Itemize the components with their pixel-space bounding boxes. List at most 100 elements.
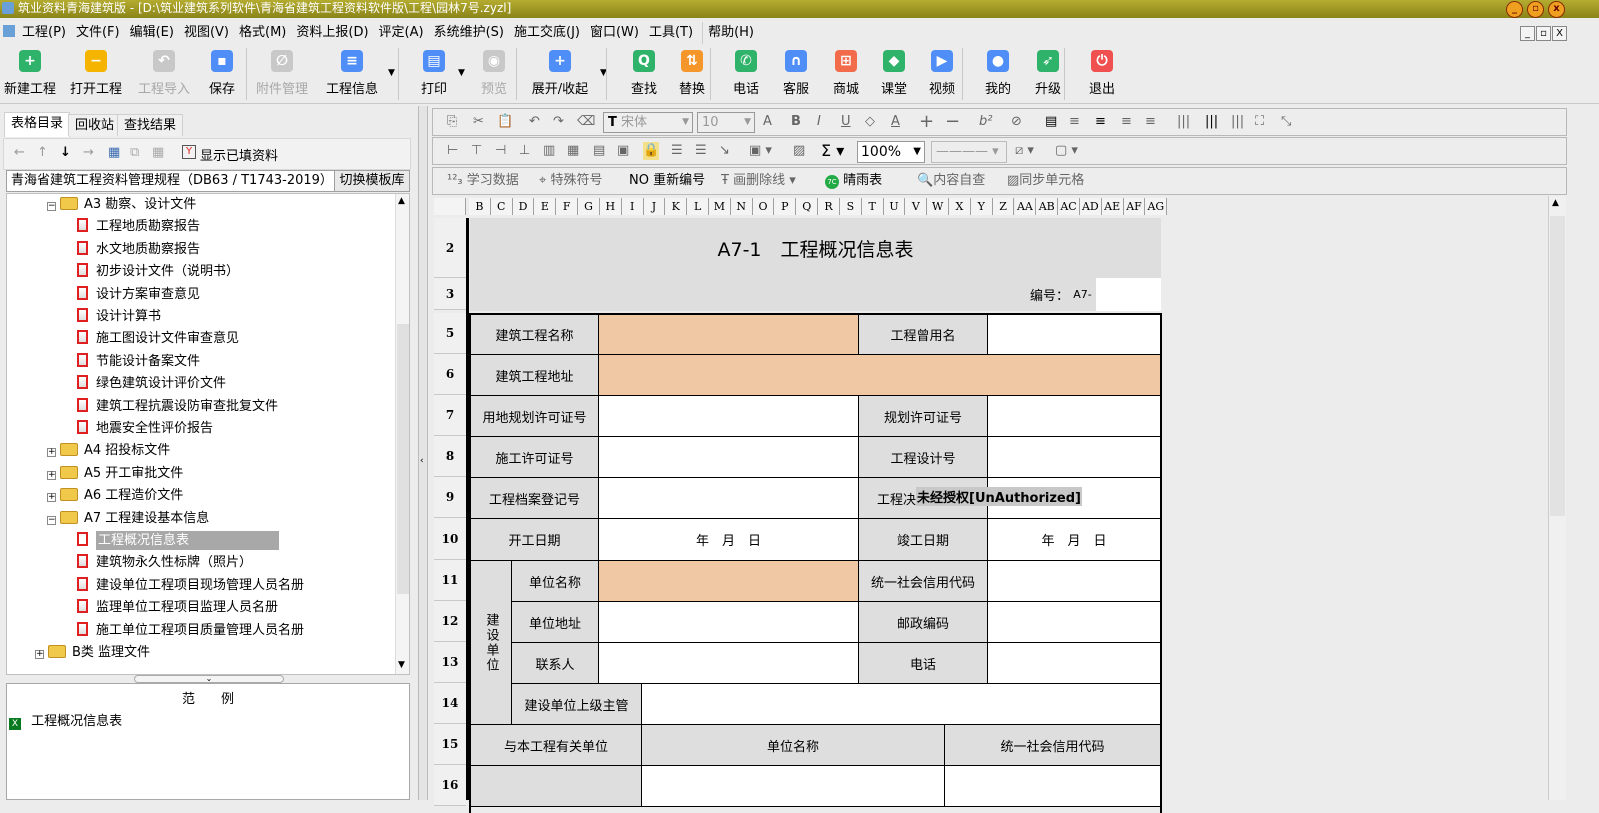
row-header[interactable]: 3 [434,278,466,310]
arrow-right-icon[interactable]: → [83,145,94,160]
column-header[interactable]: L [687,198,709,215]
font-color-icon[interactable]: A [891,113,900,131]
mdi-close-button[interactable]: X [1552,26,1567,41]
column-header[interactable]: H [599,198,622,215]
mdi-restore-button[interactable]: ▫ [1536,26,1551,41]
toolbar-button[interactable]: ▶ 视频 [912,50,972,97]
switch-template-button[interactable]: 切换模板库 [334,170,410,192]
remove-table-icon[interactable]: ▦ [152,145,164,160]
menu-item[interactable]: 工具(T) [644,22,698,44]
column-header[interactable]: E [534,198,557,215]
tree-node[interactable]: 地震安全性评价报告 [77,418,213,440]
font-select[interactable]: T 宋体 ▼ [603,112,693,133]
superscript-icon[interactable]: b² [979,113,992,131]
input-cell[interactable] [987,642,1161,684]
input-cell[interactable] [641,683,1161,725]
copy-icon[interactable]: ⧉ [130,145,139,160]
row-header[interactable]: 12 [434,601,466,642]
column-header[interactable]: J [643,198,666,215]
tree-node[interactable]: 工程地质勘察报告 [77,216,200,238]
arrow-left-icon[interactable]: ← [14,145,25,160]
column-header[interactable]: B [469,198,491,215]
column-header[interactable]: K [665,198,688,215]
input-cell[interactable] [598,313,859,355]
align-box-icon[interactable]: ▤ [1045,113,1057,131]
label-cell[interactable]: 年 月 日 [598,518,859,561]
delete-row-icon[interactable]: ⊥ [519,142,530,160]
minimize-button[interactable]: _ [1506,1,1523,18]
menu-item[interactable]: 资料上报(D) [291,22,373,44]
tree-node[interactable]: 监理单位工程项目监理人员名册 [77,597,278,619]
menu-item[interactable]: 工程(P) [17,22,71,44]
row-header[interactable]: 7 [434,395,466,436]
text-direction-icon[interactable]: ↘ [719,142,730,160]
menu-item[interactable]: 窗口(W) [585,22,644,44]
valign-bottom-icon[interactable]: ||| [1231,113,1244,131]
collapse-icon[interactable]: − [47,202,56,211]
line-style-select[interactable]: ———— ▾ [931,141,1007,163]
column-header[interactable]: S [839,198,862,215]
weather-table-button[interactable]: 7C 晴雨表 [825,172,882,190]
scroll-down-icon[interactable]: ▼ [398,660,405,670]
input-cell[interactable] [987,395,1161,437]
collapse-left-icon[interactable]: ‹ [420,456,424,466]
lock-icon[interactable]: 🔒 [643,142,660,160]
tree-node[interactable]: 施工单位工程项目质量管理人员名册 [77,620,304,642]
tab-search-results[interactable]: 查找结果 [117,114,184,136]
row-header[interactable]: 11 [434,560,466,601]
menu-item[interactable]: 评定(A) [374,22,429,44]
column-header[interactable]: D [512,198,535,215]
toolbar-button[interactable]: ◉ 预览 [464,50,524,97]
insert-row-icon[interactable]: ⊤ [471,142,482,160]
indent-icon[interactable]: ☰ [695,142,707,160]
row-header[interactable]: 5 [434,313,466,354]
input-cell[interactable] [598,560,859,602]
tree-node[interactable]: 施工图设计文件审查意见 [77,328,239,350]
arrow-up-icon[interactable]: ↑ [37,145,48,160]
renumber-button[interactable]: NO 重新编号 [629,172,705,190]
column-header[interactable]: AG [1145,198,1168,215]
row-header[interactable]: 10 [434,518,466,560]
input-cell[interactable] [598,601,859,643]
fraction-icon[interactable]: ⊘ [1011,113,1022,131]
menu-item[interactable]: 施工交底(J) [509,22,585,44]
column-header[interactable]: N [730,198,753,215]
toolbar-button[interactable]: ⇅ 替换 [662,50,722,97]
panel-splitter-handle[interactable]: ⌄ [134,675,284,683]
column-header[interactable]: AD [1079,198,1102,215]
input-cell[interactable] [987,560,1161,602]
tree-node[interactable]: 设计方案审查意见 [77,284,200,306]
code-input[interactable] [1096,278,1161,311]
scroll-up-icon[interactable]: ▲ [398,196,405,206]
tree-node[interactable]: + A6 工程造价文件 [47,485,183,507]
table-icon[interactable]: ▤ [593,142,605,160]
redo-icon[interactable]: ↷ [553,113,564,131]
toolbar-button[interactable]: − 打开工程 [66,50,126,97]
row-header[interactable]: 8 [434,436,466,477]
input-cell[interactable] [641,765,945,807]
row-header[interactable]: 15 [434,724,466,765]
learn-data-button[interactable]: ¹²₃ 学习数据 [447,172,519,190]
decrease-icon[interactable]: − [945,113,960,131]
column-header[interactable]: X [949,198,971,215]
tree-node[interactable]: + A5 开工审批文件 [47,463,183,485]
clear-format-icon[interactable]: ⌫ [577,113,595,131]
column-header[interactable]: AF [1123,198,1146,215]
table2-icon[interactable]: ▣ [617,142,629,160]
vertical-splitter[interactable]: ‹ [418,106,428,800]
strikethrough-button[interactable]: Ŧ 画删除线 ▾ [721,172,796,190]
tab-recycle-bin[interactable]: 回收站 [68,114,122,136]
restore-button[interactable]: ▫ [1527,1,1544,18]
add-table-icon[interactable]: ▦ [108,145,120,160]
sum-icon[interactable]: Σ ▾ [821,142,844,160]
expand-icon[interactable]: + [47,470,56,480]
toolbar-button[interactable]: ∅ 附件管理 [252,50,312,97]
font-size-select[interactable]: 10 ▼ [697,112,755,133]
show-filled-button[interactable]: 显示已填资料 [200,145,278,164]
valign-top-icon[interactable]: ||| [1177,113,1190,131]
column-header[interactable]: V [905,198,928,215]
column-header[interactable]: F [556,198,579,215]
toolbar-button[interactable]: ➶ 升级 [1018,50,1078,97]
arrow-down-icon[interactable]: ↓ [60,145,71,160]
menu-item[interactable]: 格式(M) [234,22,291,44]
